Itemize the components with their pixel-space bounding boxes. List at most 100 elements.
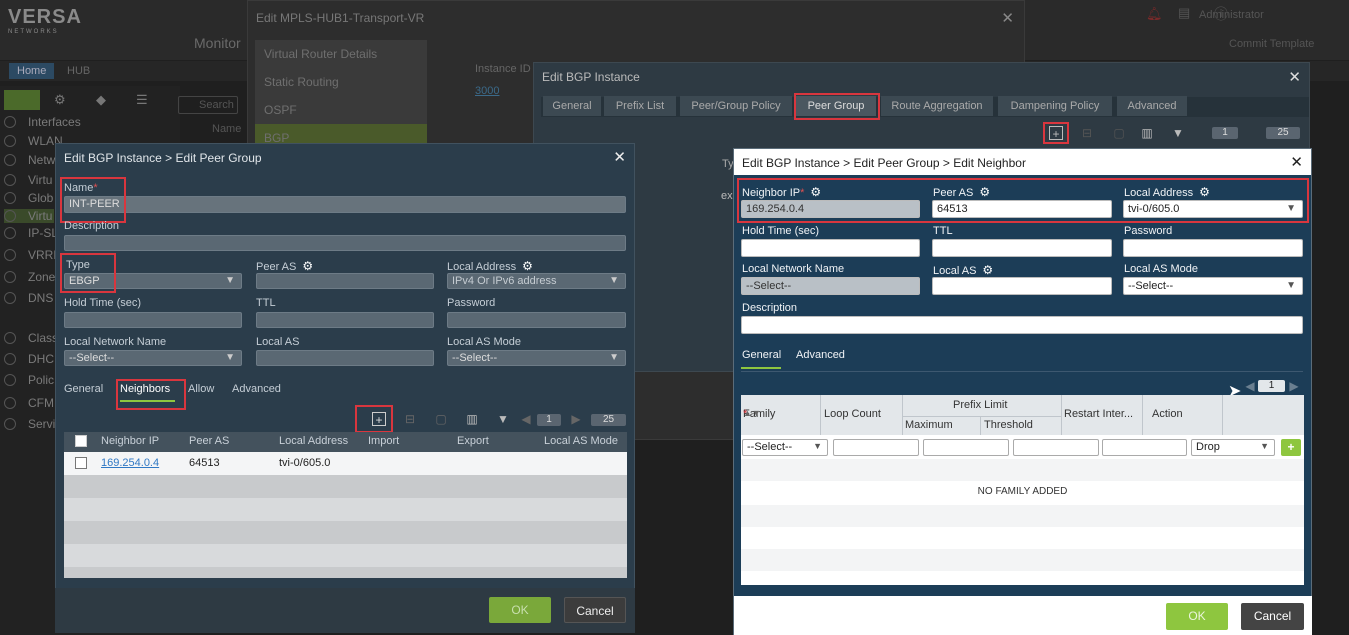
prev-page-icon[interactable]: ◀ [1243, 379, 1257, 393]
tab-advanced[interactable]: Advanced [796, 349, 845, 361]
search-input[interactable]: Search [178, 96, 238, 114]
ttl-field[interactable] [256, 312, 434, 328]
action-select[interactable]: Drop ▼ [1191, 439, 1275, 456]
gear-icon[interactable]: ⚙ [302, 259, 313, 273]
ok-button[interactable]: OK [489, 597, 551, 623]
copy-icon[interactable]: ▢ [434, 412, 448, 426]
ok-button[interactable]: OK [1166, 603, 1228, 630]
description-field[interactable] [741, 316, 1303, 334]
col-loop-count[interactable]: Loop Count [824, 408, 881, 420]
gear-icon[interactable]: ⚙ [810, 185, 821, 199]
nav-item-zones[interactable]: Zone [4, 270, 55, 284]
col-local-as-mode[interactable]: Local AS Mode [544, 435, 618, 447]
col-peer-as[interactable]: Peer AS [189, 435, 229, 447]
name-field[interactable]: INT-PEER [64, 196, 626, 213]
local-address-select[interactable]: IPv4 Or IPv6 address ▼ [447, 273, 626, 289]
tab-advanced[interactable]: Advanced [1117, 96, 1187, 116]
family-select[interactable]: --Select-- ▼ [742, 439, 828, 456]
table-row[interactable]: 169.254.0.4 64513 tvi-0/605.0 [64, 452, 627, 475]
col-restart-interval[interactable]: Restart Inter... [1064, 408, 1133, 420]
nav-item-class[interactable]: Class [4, 331, 58, 345]
nav-item-global[interactable]: Glob [4, 191, 53, 205]
nav-item-network[interactable]: Netw [4, 153, 55, 167]
password-field[interactable] [1123, 239, 1303, 257]
gear-icon[interactable]: ⚙ [979, 185, 990, 199]
tab-neighbors[interactable]: Neighbors [120, 383, 170, 395]
page-size[interactable]: 25 [591, 414, 626, 426]
add-family-button[interactable]: + [1281, 439, 1301, 456]
peer-as-field[interactable]: 64513 [932, 200, 1112, 218]
tab-advanced[interactable]: Advanced [232, 383, 281, 395]
nav-item-wlan[interactable]: WLAN [4, 134, 63, 148]
col-action[interactable]: Action [1152, 408, 1183, 420]
filter-icon[interactable]: ▼ [1171, 126, 1185, 140]
nav-item-dhcp[interactable]: DHC [4, 352, 54, 366]
neighbor-ip-link[interactable]: 169.254.0.4 [101, 457, 159, 469]
vr-menu-item-static[interactable]: Static Routing [255, 68, 427, 96]
neighbor-ip-field[interactable]: 169.254.0.4 [741, 200, 920, 218]
gear-icon[interactable]: ⚙ [522, 259, 533, 273]
row-checkbox[interactable] [75, 457, 87, 469]
nav-item-services[interactable]: Servi [4, 417, 55, 431]
nav-item-virtual[interactable]: Virtu [4, 173, 52, 187]
nav-item-vrrp[interactable]: VRRF [4, 248, 61, 262]
stack-icon[interactable]: ☰ [136, 92, 148, 108]
local-as-field[interactable] [932, 277, 1112, 295]
tab-route-aggregation[interactable]: Route Aggregation [881, 96, 993, 116]
add-icon[interactable]: + [1049, 126, 1063, 141]
ttl-field[interactable] [932, 239, 1112, 257]
tab-allow[interactable]: Allow [188, 383, 214, 395]
tab-general[interactable]: General [543, 96, 601, 116]
gear-icon[interactable]: ⚙ [54, 92, 66, 108]
description-field[interactable] [64, 235, 626, 251]
monitor-tab[interactable]: Monitor [194, 35, 241, 51]
col-maximum[interactable]: Maximum [905, 419, 953, 431]
user-menu[interactable]: Administrator [1199, 9, 1264, 21]
nav-item-virtual-routers[interactable]: Virtu [4, 209, 54, 223]
tab-general[interactable]: General [742, 349, 781, 361]
gear-icon[interactable]: ⚙ [1199, 185, 1210, 199]
vr-menu-item-ospf[interactable]: OSPF [255, 96, 427, 124]
nav-icon-main[interactable] [4, 90, 40, 110]
tab-prefix-list[interactable]: Prefix List [604, 96, 676, 116]
nav-item-interfaces[interactable]: Interfaces [4, 115, 81, 129]
page-number[interactable]: 1 [1258, 380, 1285, 392]
tab-general[interactable]: General [64, 383, 103, 395]
cube-icon[interactable]: ◆ [96, 92, 106, 108]
close-icon[interactable]: ✕ [1288, 68, 1301, 86]
instance-id-link[interactable]: 3000 [475, 85, 499, 97]
tab-dampening-policy[interactable]: Dampening Policy [998, 96, 1112, 116]
local-as-mode-select[interactable]: --Select-- ▼ [1123, 277, 1303, 295]
tab-peer-group[interactable]: Peer Group [796, 96, 876, 116]
cancel-button[interactable]: Cancel [1241, 603, 1304, 630]
remove-icon[interactable]: ⊟ [1080, 126, 1094, 140]
col-threshold[interactable]: Threshold [984, 419, 1033, 431]
nav-item-ip-sla[interactable]: IP-SL [4, 226, 58, 240]
col-import[interactable]: Import [368, 435, 399, 447]
loop-count-field[interactable] [833, 439, 919, 456]
select-all-checkbox[interactable] [75, 435, 87, 447]
col-local-address[interactable]: Local Address [279, 435, 348, 447]
local-address-select[interactable]: tvi-0/605.0 ▼ [1123, 200, 1303, 218]
peer-as-field[interactable] [256, 273, 434, 289]
vr-menu-item-details[interactable]: Virtual Router Details [255, 40, 427, 68]
type-select[interactable]: EBGP ▼ [64, 273, 242, 289]
cancel-button[interactable]: Cancel [564, 597, 626, 623]
password-field[interactable] [447, 312, 626, 328]
sort-icon[interactable]: ▲▼ [743, 408, 761, 418]
nav-item-dns[interactable]: DNS [4, 291, 53, 305]
col-export[interactable]: Export [457, 435, 489, 447]
hold-time-field[interactable] [64, 312, 242, 328]
next-page-icon[interactable]: ▶ [569, 412, 583, 426]
gear-icon[interactable]: ⚙ [982, 263, 993, 277]
filter-icon[interactable]: ▼ [496, 412, 510, 426]
remove-icon[interactable]: ⊟ [403, 412, 417, 426]
next-page-icon[interactable]: ▶ [1287, 379, 1301, 393]
local-as-field[interactable] [256, 350, 434, 366]
commit-template-link[interactable]: Commit Template [1229, 38, 1314, 50]
local-network-select[interactable]: --Select-- [741, 277, 920, 295]
page-number[interactable]: 1 [537, 414, 561, 426]
columns-icon[interactable]: ▥ [465, 412, 479, 426]
alarm-icon[interactable]: 🔔︎ [1146, 6, 1163, 22]
local-network-select[interactable]: --Select-- ▼ [64, 350, 242, 366]
